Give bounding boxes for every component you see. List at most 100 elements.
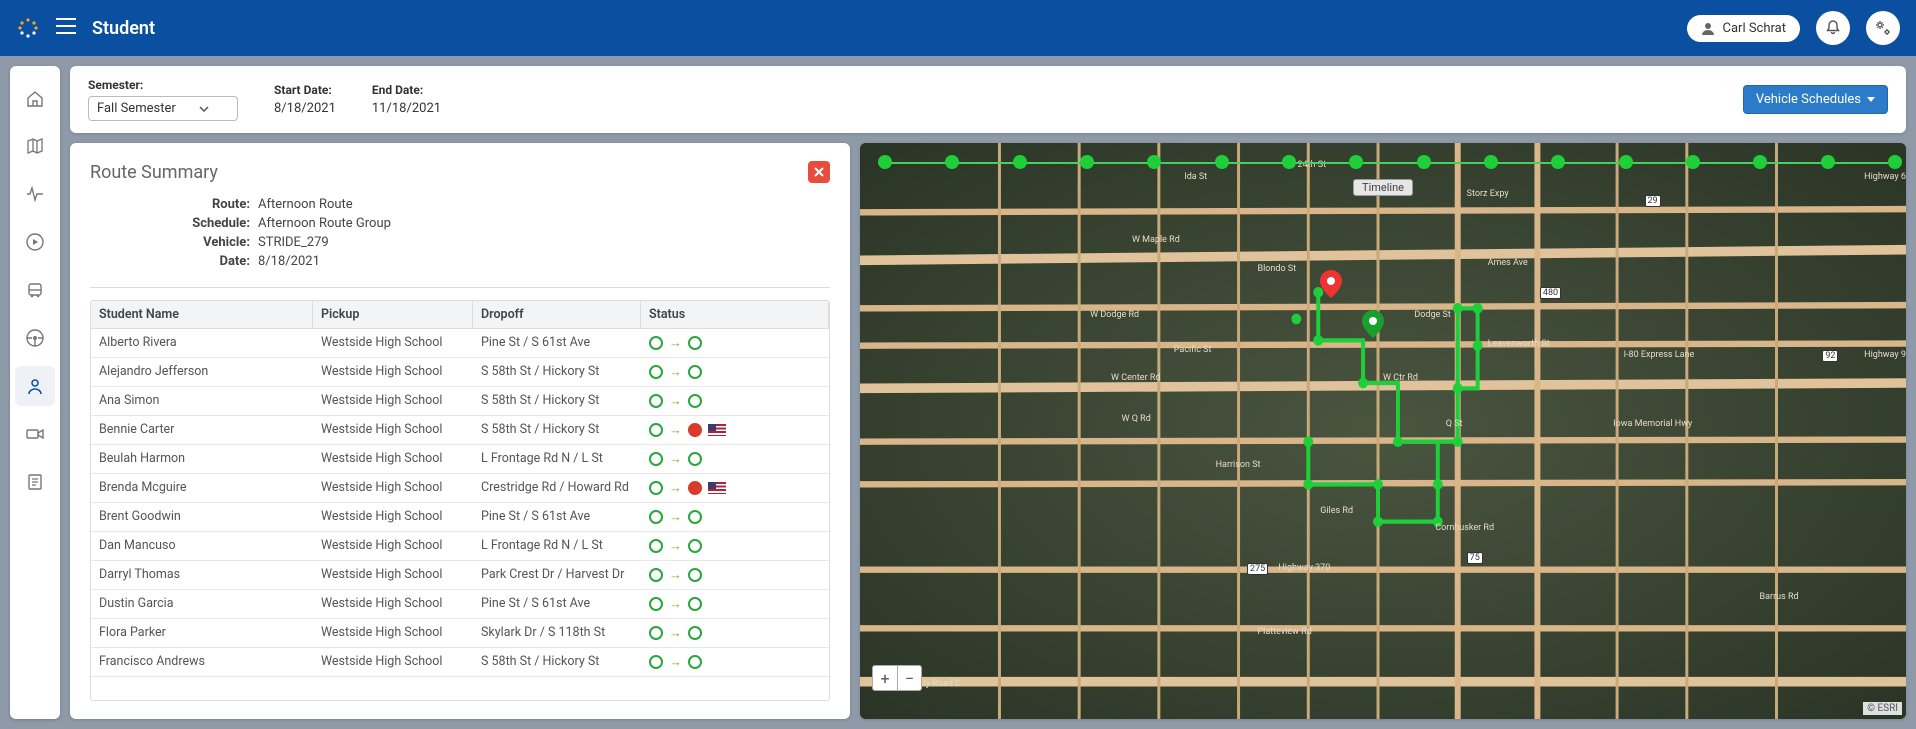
cell-dropoff: L Frontage Rd N / L St — [473, 445, 641, 473]
table-row[interactable]: Beulah HarmonWestside High SchoolL Front… — [91, 445, 829, 474]
cell-status: → — [641, 329, 829, 357]
timeline-stop[interactable] — [878, 155, 892, 169]
table-row[interactable]: Ana SimonWestside High SchoolS 58th St /… — [91, 387, 829, 416]
status-dot-dropoff-icon — [688, 626, 702, 640]
student-icon — [25, 376, 45, 396]
timeline: Timeline — [878, 153, 1888, 171]
start-date-label: Start Date: — [274, 83, 336, 97]
map-attribution: © ESRI — [1863, 702, 1902, 715]
semester-select[interactable]: Fall Semester — [88, 96, 238, 121]
sidebar-item-bus[interactable] — [15, 270, 55, 310]
status-dot-dropoff-icon — [688, 394, 702, 408]
timeline-stop[interactable] — [1551, 155, 1565, 169]
timeline-stop[interactable] — [1013, 155, 1027, 169]
table-row[interactable]: Francisco AndrewsWestside High SchoolS 5… — [91, 648, 829, 677]
arrow-icon: → — [669, 451, 682, 467]
start-date-value: 8/18/2021 — [274, 101, 336, 116]
cell-dropoff: Park Crest Dr / Harvest Dr — [473, 561, 641, 589]
table-row[interactable]: Alberto RiveraWestside High SchoolPine S… — [91, 329, 829, 358]
status-dot-dropoff-icon — [688, 655, 702, 669]
sidebar-item-home[interactable] — [15, 78, 55, 118]
sidebar-item-activity[interactable] — [15, 174, 55, 214]
schedule-value: Afternoon Route Group — [258, 216, 391, 231]
cell-student-name: Beulah Harmon — [91, 445, 313, 473]
map-canvas[interactable]: Ida St N 24th St Storz Expy W Maple Rd B… — [860, 143, 1906, 719]
cell-dropoff: L Frontage Rd N / L St — [473, 532, 641, 560]
table-row[interactable]: Dustin GarciaWestside High SchoolPine St… — [91, 590, 829, 619]
close-panel-button[interactable] — [808, 161, 830, 183]
timeline-stop[interactable] — [1686, 155, 1700, 169]
semester-label: Semester: — [88, 78, 238, 92]
cell-student-name: Flora Parker — [91, 619, 313, 647]
timeline-stop[interactable] — [1080, 155, 1094, 169]
status-dot-pickup-icon — [649, 394, 663, 408]
status-dot-pickup-icon — [649, 365, 663, 379]
timeline-stop[interactable] — [1147, 155, 1161, 169]
map-panel: Ida St N 24th St Storz Expy W Maple Rd B… — [860, 143, 1906, 719]
play-circle-icon — [25, 232, 45, 252]
schedule-label: Schedule: — [90, 216, 250, 231]
zoom-control: + − — [872, 665, 922, 691]
table-row[interactable]: Brent GoodwinWestside High SchoolPine St… — [91, 503, 829, 532]
vehicle-schedules-label: Vehicle Schedules — [1756, 92, 1861, 107]
pin-red-icon — [1320, 270, 1342, 298]
cell-dropoff: Pine St / S 61st Ave — [473, 329, 641, 357]
th-pickup[interactable]: Pickup — [313, 301, 473, 328]
arrow-icon: → — [669, 538, 682, 554]
notifications-button[interactable] — [1816, 11, 1850, 45]
date-value: 8/18/2021 — [258, 254, 320, 269]
settings-button[interactable] — [1866, 11, 1900, 45]
user-menu[interactable]: Carl Schrat — [1687, 15, 1800, 42]
map-marker-start[interactable] — [1320, 270, 1342, 292]
timeline-stop[interactable] — [1282, 155, 1296, 169]
vehicle-schedules-button[interactable]: Vehicle Schedules — [1743, 85, 1888, 114]
timeline-stop[interactable] — [1349, 155, 1363, 169]
sidebar-item-play[interactable] — [15, 222, 55, 262]
timeline-stop[interactable] — [1753, 155, 1767, 169]
table-row[interactable]: Alejandro JeffersonWestside High SchoolS… — [91, 358, 829, 387]
arrow-icon: → — [669, 480, 682, 496]
status-dot-pickup-icon — [649, 423, 663, 437]
timeline-stop[interactable] — [1821, 155, 1835, 169]
route-label: Route: — [90, 197, 250, 212]
map-marker-stop[interactable] — [1362, 310, 1384, 332]
timeline-stop[interactable] — [1417, 155, 1431, 169]
status-dot-pickup-icon — [649, 597, 663, 611]
th-name[interactable]: Student Name — [91, 301, 313, 328]
sidebar-item-student[interactable] — [15, 366, 55, 406]
filter-end-date: End Date: 11/18/2021 — [372, 83, 441, 116]
status-dot-pickup-icon — [649, 336, 663, 350]
sidebar-item-map[interactable] — [15, 126, 55, 166]
route-meta: Route:Afternoon Route Schedule:Afternoon… — [90, 195, 830, 288]
flag-icon — [708, 424, 726, 436]
table-row[interactable]: Dan MancusoWestside High SchoolL Frontag… — [91, 532, 829, 561]
cell-status: → — [641, 503, 829, 531]
cell-pickup: Westside High School — [313, 329, 473, 357]
th-dropoff[interactable]: Dropoff — [473, 301, 641, 328]
sidebar-item-reports[interactable] — [15, 462, 55, 502]
sidebar-item-driver[interactable] — [15, 318, 55, 358]
sidebar-item-video[interactable] — [15, 414, 55, 454]
cell-dropoff: S 58th St / Hickory St — [473, 387, 641, 415]
table-row[interactable]: Bennie CarterWestside High SchoolS 58th … — [91, 416, 829, 445]
table-row[interactable]: Flora ParkerWestside High SchoolSkylark … — [91, 619, 829, 648]
user-name: Carl Schrat — [1723, 21, 1786, 36]
cell-dropoff: Skylark Dr / S 118th St — [473, 619, 641, 647]
timeline-stop[interactable] — [1619, 155, 1633, 169]
menu-toggle-icon[interactable] — [56, 18, 76, 38]
cell-pickup: Westside High School — [313, 561, 473, 589]
table-row[interactable]: Darryl ThomasWestside High SchoolPark Cr… — [91, 561, 829, 590]
zoom-in-button[interactable]: + — [873, 666, 897, 690]
arrow-icon: → — [669, 422, 682, 438]
timeline-stop[interactable] — [1888, 155, 1902, 169]
timeline-stop[interactable] — [1484, 155, 1498, 169]
status-dot-dropoff-icon — [688, 597, 702, 611]
timeline-stop[interactable] — [945, 155, 959, 169]
table-row[interactable]: Brenda McguireWestside High SchoolCrestr… — [91, 474, 829, 503]
cell-dropoff: S 58th St / Hickory St — [473, 416, 641, 444]
arrow-icon: → — [669, 335, 682, 351]
table-body[interactable]: Alberto RiveraWestside High SchoolPine S… — [91, 329, 829, 700]
zoom-out-button[interactable]: − — [897, 666, 921, 690]
timeline-stop[interactable] — [1215, 155, 1229, 169]
th-status[interactable]: Status — [641, 301, 829, 328]
